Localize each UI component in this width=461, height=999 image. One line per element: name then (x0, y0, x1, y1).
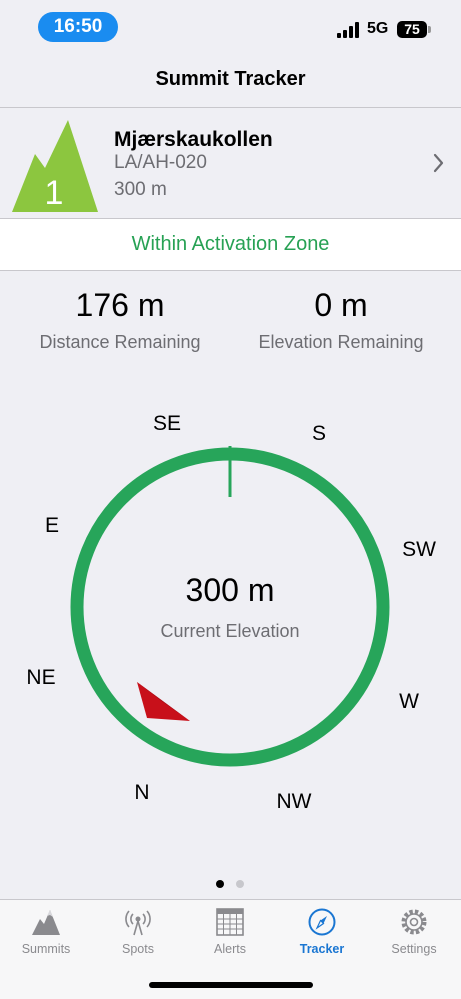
tab-tracker[interactable]: Tracker (276, 900, 368, 970)
tab-settings[interactable]: Settings (368, 900, 460, 970)
mountain-icon (32, 910, 60, 935)
direction-label-e: E (45, 514, 59, 537)
network-type: 5G (367, 20, 389, 37)
status-bar: 16:50 5G 75 (0, 0, 461, 54)
page-title: Summit Tracker (155, 68, 306, 90)
elevation-remaining-label: Elevation Remaining (258, 332, 424, 352)
elevation-remaining-value: 0 m (314, 287, 368, 323)
divider (0, 270, 461, 271)
summit-row[interactable]: 1 Mjærskaukollen LA/AH-020 300 m (0, 108, 461, 218)
tab-spots[interactable]: Spots (92, 900, 184, 970)
tab-label: Settings (391, 942, 437, 956)
tab-label: Alerts (214, 942, 246, 956)
activation-zone-status: Within Activation Zone (0, 219, 461, 270)
summit-mountain-icon: 1 (12, 120, 98, 212)
battery-cap (428, 26, 431, 33)
battery-icon: 75 (397, 21, 427, 38)
compass: 300 m Current Elevation SE S SW W NW N N… (26, 412, 436, 813)
tab-label: Summits (21, 942, 71, 956)
current-elevation-label: Current Elevation (160, 621, 299, 641)
radio-tower-icon (125, 910, 151, 936)
summit-reference: LA/AH-020 (114, 152, 207, 173)
tab-alerts[interactable]: Alerts (184, 900, 276, 970)
cellular-signal-icon (337, 22, 361, 38)
tab-summits[interactable]: Summits (0, 900, 92, 970)
summit-altitude: 300 m (114, 179, 167, 200)
summit-name: Mjærskaukollen (114, 128, 273, 151)
direction-label-se: SE (153, 412, 181, 435)
tab-label: Spots (122, 942, 154, 956)
direction-label-w: W (399, 690, 419, 713)
gear-icon (401, 909, 427, 935)
direction-label-s: S (312, 422, 326, 445)
current-elevation-value: 300 m (186, 572, 275, 608)
direction-label-ne: NE (26, 666, 55, 689)
distance-remaining-value: 176 m (75, 287, 165, 323)
summit-badge-number: 1 (45, 174, 64, 212)
distance-remaining-label: Distance Remaining (39, 332, 201, 352)
page-indicator[interactable] (0, 880, 461, 890)
tab-label: Tracker (299, 942, 345, 956)
direction-label-sw: SW (402, 538, 436, 561)
chevron-right-icon[interactable] (428, 150, 448, 176)
direction-label-n: N (134, 781, 149, 804)
direction-label-nw: NW (277, 790, 312, 813)
status-time[interactable]: 16:50 (38, 12, 118, 42)
home-indicator[interactable] (149, 982, 313, 988)
calendar-icon (216, 908, 244, 936)
page-dot-active[interactable] (216, 880, 224, 888)
page-dot[interactable] (236, 880, 244, 888)
compass-icon (308, 908, 336, 936)
